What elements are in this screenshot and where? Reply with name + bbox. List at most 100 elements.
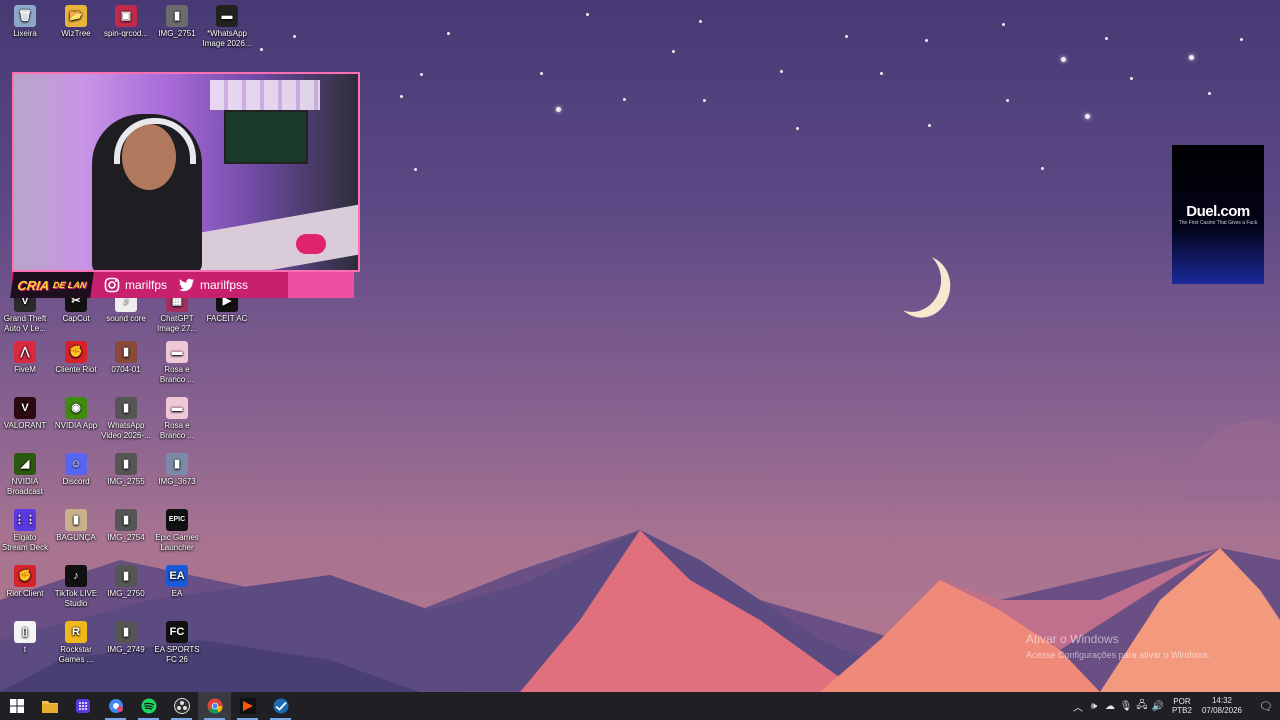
desktop-icon-label: Lixeira: [13, 29, 37, 38]
desktop-icon-label: IMG_2754: [107, 533, 145, 542]
desktop-icon[interactable]: ▮ IMG_2754: [101, 509, 151, 543]
desktop-icon-label: Grand Theft Auto V Le...: [3, 314, 47, 333]
desktop-icon[interactable]: ✊ Riot Client: [0, 565, 50, 599]
instagram-icon: [104, 277, 120, 293]
desktop-icon[interactable]: EPIC Epic Games Launcher: [152, 509, 202, 553]
twitter-handle: marilfpss: [179, 277, 248, 293]
desktop-icon[interactable]: V VALORANT: [0, 397, 50, 431]
taskbar-spotify[interactable]: [132, 692, 165, 720]
desktop-icon-label: CapCut: [62, 314, 90, 323]
desktop-icon-label: WhatsApp Video 2026-...: [101, 421, 151, 440]
taskbar-faceit[interactable]: [231, 692, 264, 720]
notification-center-icon[interactable]: 🗨: [1252, 700, 1280, 713]
volume-icon[interactable]: 🔊: [1150, 701, 1166, 712]
app-icon: 🗑: [14, 5, 36, 27]
hexagon-lights: [210, 80, 320, 110]
system-clock[interactable]: 14:32 07/08/2026: [1202, 696, 1242, 716]
desktop-icon[interactable]: ◢ NVIDIA Broadcast: [0, 453, 50, 497]
clock-date: 07/08/2026: [1201, 706, 1242, 715]
desktop-icon[interactable]: ▣ spin-qrcod...: [101, 5, 151, 39]
desktop-icon[interactable]: EA EA: [152, 565, 202, 599]
app-icon: ▯: [14, 621, 36, 643]
app-icon: EA: [166, 565, 188, 587]
desktop-icon-label: IMG_2750: [107, 589, 145, 598]
desktop-icon[interactable]: 🗑 Lixeira: [0, 5, 50, 39]
desktop-icon[interactable]: ▯ t: [0, 621, 50, 655]
desktop-icon[interactable]: ▮ IMG_2750: [101, 565, 151, 599]
network-icon[interactable]: 🖧: [1134, 698, 1150, 715]
keyboard-layout: PTB2: [1171, 706, 1192, 715]
desktop-icon[interactable]: ▬ Rosa e Branco ...: [152, 397, 202, 441]
desktop-icon[interactable]: FC EA SPORTS FC 26: [152, 621, 202, 665]
system-tray: ︿ 🕪 ☁ 🎙 🖧 🔊 POR PTB2 14:32 07/08/2026 🗨: [1070, 692, 1280, 720]
desktop-icon-label: EA: [171, 589, 183, 598]
desktop-icon[interactable]: ◉ NVIDIA App: [51, 397, 101, 431]
desktop-icon-label: *WhatsApp Image 2026...: [202, 29, 252, 48]
desktop-icon[interactable]: ▮ IMG_2755: [101, 453, 151, 487]
app-icon: EPIC: [166, 509, 188, 531]
desktop-icon[interactable]: ⋀ FiveM: [0, 341, 50, 375]
app-icon: ▮: [65, 509, 87, 531]
app-icon: ▣: [115, 5, 137, 27]
desktop-icon[interactable]: 📂 WizTree: [51, 5, 101, 39]
taskbar-stream-deck[interactable]: [66, 692, 99, 720]
desktop-icon[interactable]: ▮ 0704-01: [101, 341, 151, 375]
desktop-icon-label: NVIDIA Broadcast: [6, 477, 44, 496]
taskbar: ︿ 🕪 ☁ 🎙 🖧 🔊 POR PTB2 14:32 07/08/2026 🗨: [0, 692, 1280, 720]
microphone-icon[interactable]: 🎙: [1118, 701, 1134, 712]
desktop-icon[interactable]: ▬ Rosa e Branco ...: [152, 341, 202, 385]
folder-icon: [41, 701, 58, 713]
desktop-icon-label: sound core: [106, 314, 146, 323]
desktop-icon[interactable]: ✊ Cliente Riot: [51, 341, 101, 375]
app-icon: ▮: [166, 453, 188, 475]
taskbar-obs[interactable]: [165, 692, 198, 720]
app-icon: ◢: [14, 453, 36, 475]
app-icon: R: [65, 621, 87, 643]
social-bar-accent: [288, 272, 354, 298]
chrome-icon: [207, 698, 223, 714]
webcam-overlay: [12, 72, 360, 272]
app-icon: ⋮⋮: [14, 509, 36, 531]
desktop-icon-label: 0704-01: [111, 365, 141, 374]
app-icon: ▬: [166, 397, 188, 419]
spotify-icon: [141, 698, 156, 714]
desktop-icon[interactable]: ▮ WhatsApp Video 2026-...: [101, 397, 151, 441]
duel-ad-banner[interactable]: Duel.com The First Casino That Gives a F…: [1172, 145, 1264, 284]
twitter-label: marilfpss: [200, 278, 249, 292]
desktop-icon[interactable]: ⋮⋮ Elgato Stream Deck: [0, 509, 50, 553]
desktop-icon[interactable]: ♪ TikTok LIVE Studio: [51, 565, 101, 609]
instagram-label: marilfps: [125, 278, 168, 292]
speaker-icon[interactable]: 🕪: [1086, 701, 1102, 712]
desktop-icon[interactable]: R Rockstar Games ...: [51, 621, 101, 665]
stream-deck-icon: [75, 699, 90, 713]
desktop-icon[interactable]: ☺ Discord: [51, 453, 101, 487]
ad-logo: Duel.com: [1186, 203, 1250, 220]
chevron-up-icon[interactable]: ︿: [1070, 699, 1086, 714]
language-indicator[interactable]: POR PTB2: [1172, 697, 1192, 715]
app-icon: ▬: [166, 341, 188, 363]
desktop-icon[interactable]: ▬ *WhatsApp Image 2026...: [202, 5, 252, 49]
app-icon: 📂: [65, 5, 87, 27]
start-button[interactable]: [0, 692, 33, 720]
background-monitor: [224, 110, 308, 164]
taskbar-file-explorer[interactable]: [33, 692, 66, 720]
desktop-icon[interactable]: ▮ IMG_3673: [152, 453, 202, 487]
taskbar-steam[interactable]: [264, 692, 297, 720]
app-icon: ▮: [115, 621, 137, 643]
desktop-icon[interactable]: ▮ IMG_2751: [152, 5, 202, 39]
social-bar: CRIA DE LAN marilfps marilfpss: [10, 272, 354, 298]
desktop-icon-label: FACEIT AC: [206, 314, 248, 323]
desktop-icon-label: IMG_2749: [107, 645, 145, 654]
desktop-icon-label: t: [23, 645, 27, 654]
taskbar-chrome-profile[interactable]: [99, 692, 132, 720]
app-icon: ▮: [115, 565, 137, 587]
desktop-icon-label: Epic Games Launcher: [155, 533, 199, 552]
desktop-icon[interactable]: ▮ BAGUNÇA: [51, 509, 101, 543]
cloud-icon[interactable]: ☁: [1102, 701, 1118, 712]
taskbar-chrome[interactable]: [198, 692, 231, 720]
desktop-icon-label: Riot Client: [6, 589, 44, 598]
desktop-icon[interactable]: ▮ IMG_2749: [101, 621, 151, 655]
desktop-icon-label: Rosa e Branco ...: [159, 365, 195, 384]
desktop-icon-label: Discord: [62, 477, 90, 486]
clock-time: 14:32: [1211, 696, 1232, 705]
